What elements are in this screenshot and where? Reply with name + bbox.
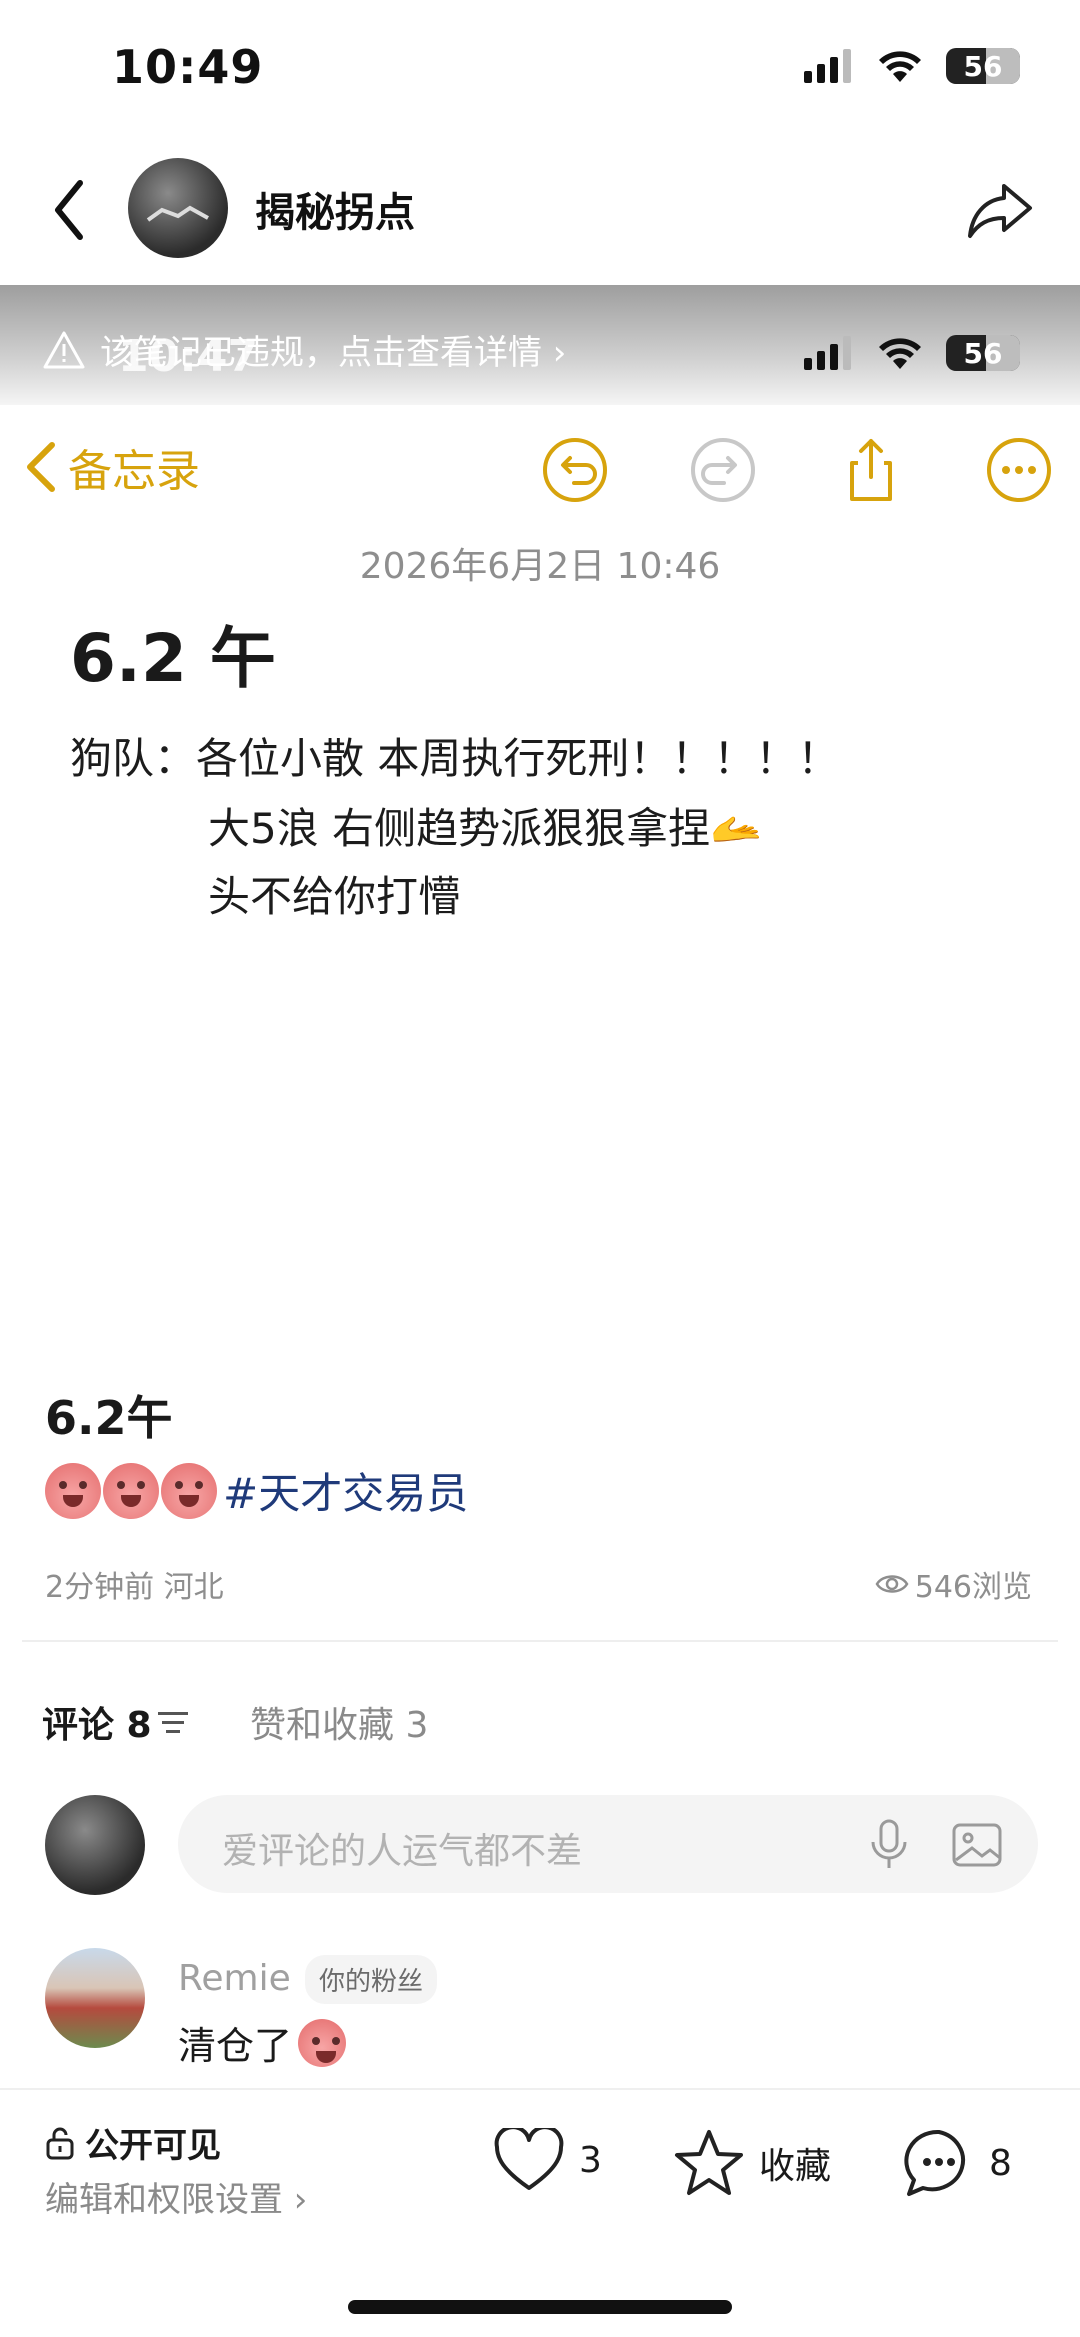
favorite-button[interactable]: 收藏	[673, 2128, 831, 2198]
edit-permissions-link[interactable]: 编辑和权限设置 ›	[45, 2172, 307, 2221]
comment-button[interactable]: 8	[903, 2128, 1012, 2198]
share-icon	[850, 439, 892, 501]
like-button[interactable]: 3	[493, 2128, 602, 2192]
image-battery-level: 56	[963, 336, 1003, 370]
emoji-icon	[45, 1462, 101, 1519]
tab-likes[interactable]: 赞和收藏 3	[250, 1696, 428, 1748]
author-avatar[interactable]	[128, 158, 228, 258]
favorite-label: 收藏	[759, 2146, 832, 2187]
memo-line: 狗队：各位小散 本周执行死刑！！！！！	[70, 734, 840, 783]
status-icons: 56	[804, 48, 1020, 84]
comment-placeholder[interactable]: 爱评论的人运气都不差	[222, 1822, 582, 1874]
eye-icon	[875, 1575, 909, 1593]
emoji-icon	[103, 1462, 159, 1519]
wifi-icon	[879, 51, 921, 82]
battery-level: 56	[963, 49, 1003, 83]
signal-icon	[804, 49, 851, 83]
post-title: 6.2午	[45, 1391, 173, 1445]
post-tags: #天才交易员	[45, 1460, 468, 1521]
chevron-left-icon	[27, 442, 55, 492]
signal-icon	[804, 336, 851, 370]
microphone-icon[interactable]	[864, 1818, 914, 1872]
memo-back-label: 备忘录	[68, 446, 200, 497]
like-count: 3	[579, 2139, 602, 2181]
star-icon	[675, 2130, 743, 2195]
visibility-label: 公开可见	[85, 2126, 221, 2166]
emoji-icon	[161, 1462, 217, 1519]
battery-icon: 56	[946, 48, 1020, 84]
author-name[interactable]: 揭秘拐点	[255, 180, 415, 238]
memo-date: 2026年6月2日 10:46	[359, 546, 721, 587]
commenter-avatar[interactable]	[45, 1948, 145, 2048]
my-avatar	[45, 1795, 145, 1895]
views-count: 546浏览	[914, 1570, 1032, 1605]
emoji-icon	[298, 2018, 347, 2067]
fan-badge: 你的粉丝	[305, 1955, 438, 2004]
commenter-name[interactable]: Remie	[178, 1958, 291, 1999]
comment-bubble-icon	[904, 2129, 966, 2196]
memo-back-button: 备忘录	[22, 435, 200, 499]
hashtag-link[interactable]: #天才交易员	[223, 1460, 468, 1521]
memo-title: 6.2 午	[70, 620, 276, 697]
back-icon[interactable]	[40, 165, 100, 255]
post-time-location: 2分钟前 河北	[45, 1570, 224, 1605]
comment-count: 8	[989, 2142, 1012, 2184]
tab-comments-label: 评论 8	[42, 1705, 152, 1746]
post-image[interactable]: 10:47 该笔记已违规，点击查看详情 › 56 备忘录 2026年6月2日 1…	[0, 285, 1080, 1375]
violation-notice[interactable]: 该笔记已违规，点击查看详情 ›	[42, 325, 566, 374]
comment-text: 清仓了	[178, 2015, 347, 2070]
memo-line: 大5浪 右侧趋势派狠狠拿捏🫴	[208, 804, 763, 853]
wifi-icon	[879, 338, 921, 369]
memo-line: 头不给你打懵	[208, 872, 461, 921]
tab-comments[interactable]: 评论 8	[42, 1696, 190, 1748]
sort-icon[interactable]	[157, 1709, 190, 1735]
lock-icon	[46, 2127, 74, 2159]
image-status-icons: 56	[804, 335, 1020, 371]
memo-toolbar	[540, 435, 1054, 505]
comment-body: 清仓了	[178, 2024, 293, 2068]
share-icon[interactable]	[960, 170, 1040, 250]
heart-icon	[494, 2128, 564, 2190]
divider	[22, 1640, 1058, 1642]
violation-text: 该笔记已违规，点击查看详情 ›	[100, 333, 567, 373]
redo-icon	[691, 438, 755, 502]
more-icon	[987, 438, 1051, 502]
battery-icon: 56	[946, 335, 1020, 371]
undo-icon	[543, 438, 607, 502]
image-icon[interactable]	[950, 1818, 1004, 1872]
home-indicator[interactable]	[348, 2300, 732, 2314]
post-views: 546浏览	[875, 1562, 1032, 1606]
warning-icon	[43, 331, 85, 368]
visibility-status[interactable]: 公开可见	[45, 2118, 221, 2167]
status-time: 10:49	[112, 40, 264, 94]
